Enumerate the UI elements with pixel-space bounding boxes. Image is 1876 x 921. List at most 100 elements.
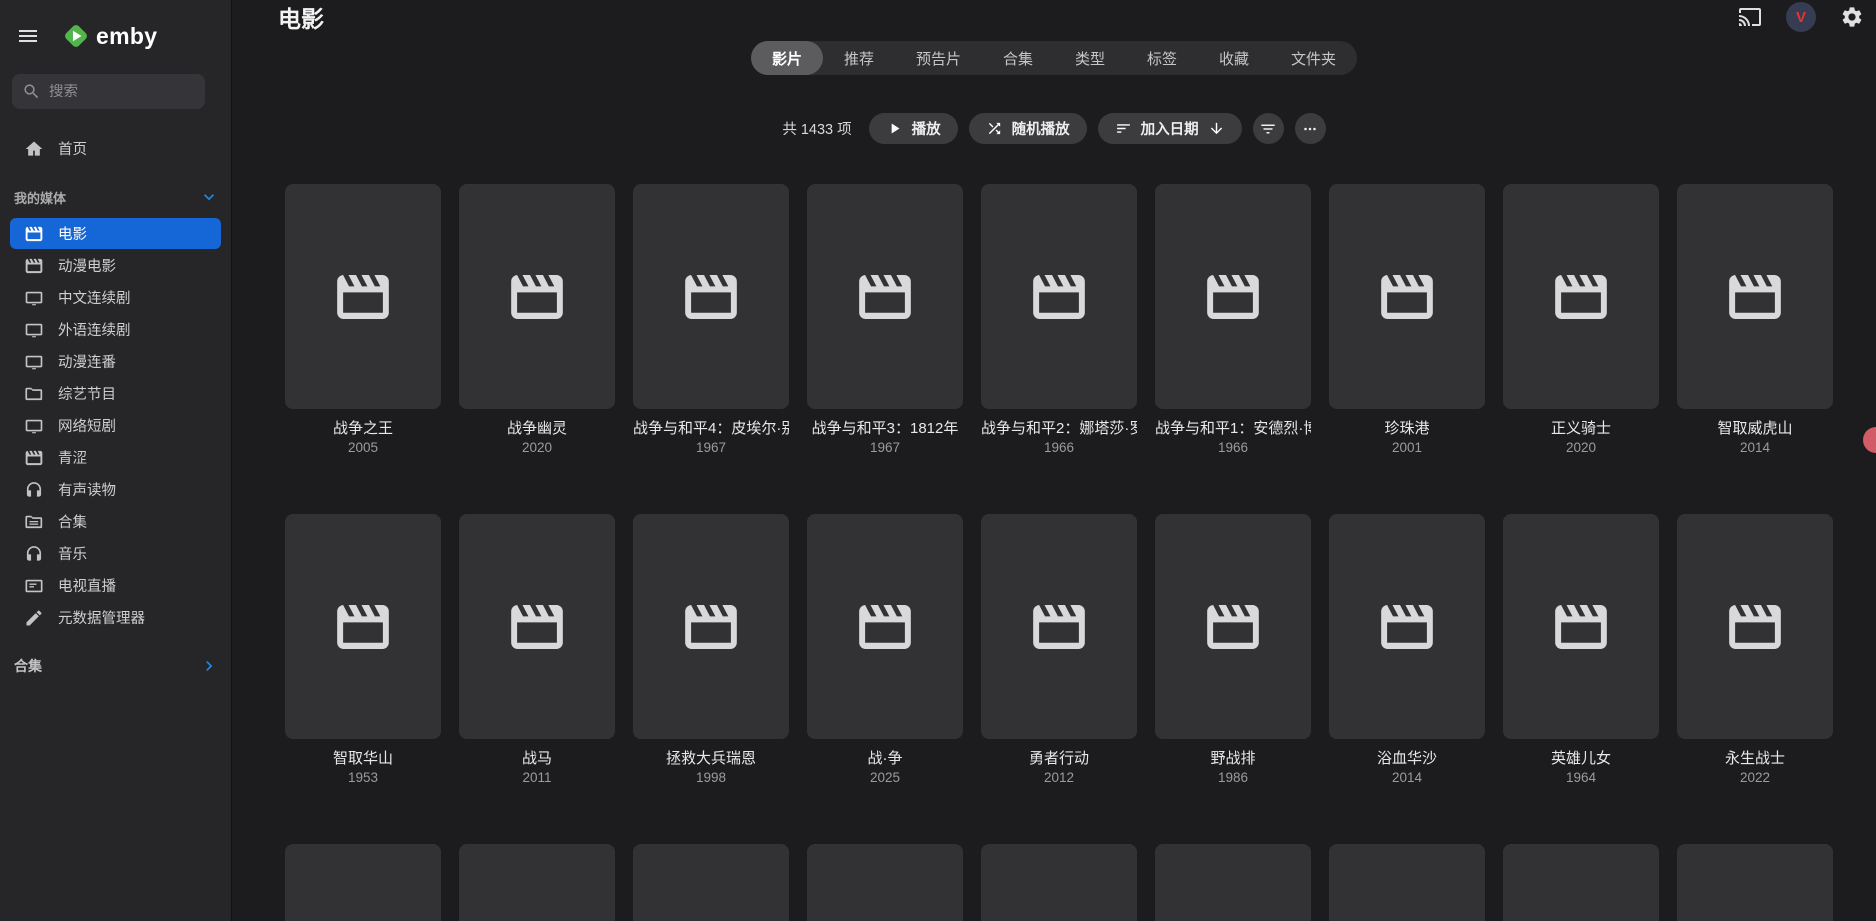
- movie-card[interactable]: 战争与和平1：安德烈·博 1966: [1155, 184, 1311, 457]
- movie-placeholder-icon: [1376, 596, 1438, 658]
- movie-card[interactable]: 战·争 2025: [807, 514, 963, 787]
- tab[interactable]: 预告片: [895, 41, 982, 75]
- movie-poster: [1677, 844, 1833, 921]
- movie-poster: [633, 844, 789, 921]
- movie-card[interactable]: 永生战士 2022: [1677, 514, 1833, 787]
- movie-card[interactable]: [1677, 844, 1833, 921]
- avatar[interactable]: V: [1786, 2, 1816, 32]
- sidebar-item-label: 首页: [58, 142, 87, 158]
- movie-poster: [285, 844, 441, 921]
- movie-placeholder-icon: [854, 266, 916, 328]
- movie-card[interactable]: 战争与和平4：皮埃尔·别 1967: [633, 184, 789, 457]
- movie-card[interactable]: [1155, 844, 1311, 921]
- tv-icon: [24, 352, 44, 372]
- movie-card[interactable]: [1503, 844, 1659, 921]
- movie-year: 1966: [1043, 440, 1075, 455]
- filter-button[interactable]: [1252, 113, 1284, 144]
- movie-card[interactable]: 智取华山 1953: [285, 514, 441, 787]
- movie-card[interactable]: [285, 844, 441, 921]
- arrow-down-icon: [1208, 120, 1225, 137]
- movie-card[interactable]: 战争幽灵 2020: [459, 184, 615, 457]
- tab-label: 类型: [1075, 50, 1106, 68]
- sidebar-item[interactable]: 电影: [10, 218, 221, 249]
- movie-card[interactable]: 正义骑士 2020: [1503, 184, 1659, 457]
- more-button[interactable]: [1294, 113, 1326, 144]
- tab[interactable]: 收藏: [1198, 41, 1270, 75]
- headphones-icon: [24, 544, 44, 564]
- movie-card[interactable]: [1329, 844, 1485, 921]
- sidebar-item[interactable]: 动漫连番: [10, 346, 221, 377]
- sidebar-item-label: 动漫连番: [58, 355, 116, 371]
- avatar-initial: V: [1795, 8, 1806, 26]
- movie-year: 2011: [522, 770, 552, 785]
- tab[interactable]: 合集: [982, 41, 1054, 75]
- movie-card[interactable]: [981, 844, 1137, 921]
- collections-header[interactable]: 合集: [0, 654, 231, 678]
- sidebar-item-home[interactable]: 首页: [10, 133, 221, 164]
- movie-card[interactable]: 珍珠港 2001: [1329, 184, 1485, 457]
- settings-button[interactable]: [1840, 5, 1864, 29]
- play-button[interactable]: 播放: [868, 113, 958, 144]
- movie-card[interactable]: 战争与和平3：1812年 1967: [807, 184, 963, 457]
- sidebar-item[interactable]: 电视直播: [10, 570, 221, 601]
- movie-title: 战争之王: [332, 420, 393, 437]
- movie-card[interactable]: 战争之王 2005: [285, 184, 441, 457]
- movie-card[interactable]: [459, 844, 615, 921]
- tab[interactable]: 文件夹: [1270, 41, 1357, 75]
- my-media-header[interactable]: 我的媒体: [0, 185, 231, 209]
- sidebar-item-label: 有声读物: [58, 483, 116, 499]
- sidebar-item-label: 电视直播: [58, 579, 116, 595]
- sidebar-item[interactable]: 有声读物: [10, 474, 221, 505]
- tab-label: 收藏: [1219, 50, 1250, 68]
- sidebar-item[interactable]: 元数据管理器: [10, 602, 221, 633]
- movie-poster: [285, 184, 441, 409]
- movie-poster: [459, 514, 615, 739]
- menu-button[interactable]: [16, 24, 40, 48]
- movie-card[interactable]: 勇者行动 2012: [981, 514, 1137, 787]
- sidebar-item[interactable]: 合集: [10, 506, 221, 537]
- movie-title: 英雄儿女: [1550, 750, 1611, 767]
- movie-title: 战争与和平4：皮埃尔·别: [633, 420, 789, 437]
- sidebar-item[interactable]: 中文连续剧: [10, 282, 221, 313]
- filter-icon: [1259, 120, 1277, 138]
- movie-card[interactable]: 浴血华沙 2014: [1329, 514, 1485, 787]
- shuffle-icon: [986, 120, 1003, 137]
- movie-card[interactable]: 战马 2011: [459, 514, 615, 787]
- sidebar-item[interactable]: 网络短剧: [10, 410, 221, 441]
- movie-card[interactable]: 英雄儿女 1964: [1503, 514, 1659, 787]
- movie-placeholder-icon: [1724, 266, 1786, 328]
- tab[interactable]: 影片: [750, 41, 823, 75]
- movie-card[interactable]: [633, 844, 789, 921]
- movie-title: 野战排: [1210, 750, 1256, 767]
- movie-placeholder-icon: [1028, 266, 1090, 328]
- sidebar-item[interactable]: 综艺节目: [10, 378, 221, 409]
- movie-year: 1953: [347, 770, 379, 785]
- movie-title: 战·争: [867, 750, 903, 767]
- tab[interactable]: 类型: [1054, 41, 1126, 75]
- movie-card[interactable]: 战争与和平2：娜塔莎·罗 1966: [981, 184, 1137, 457]
- sidebar-item[interactable]: 青涩: [10, 442, 221, 473]
- shuffle-button[interactable]: 随机播放: [968, 113, 1087, 144]
- movie-year: 1967: [869, 440, 901, 455]
- search-input[interactable]: [49, 83, 195, 100]
- movie-card[interactable]: 智取威虎山 2014: [1677, 184, 1833, 457]
- movie-poster: [1503, 844, 1659, 921]
- search-box[interactable]: [12, 74, 205, 109]
- movie-poster: [807, 514, 963, 739]
- movie-placeholder-icon: [1202, 596, 1264, 658]
- cast-button[interactable]: [1738, 5, 1762, 29]
- movie-card[interactable]: 拯救大兵瑞恩 1998: [633, 514, 789, 787]
- movie-title: 战争与和平2：娜塔莎·罗: [981, 420, 1137, 437]
- movie-card[interactable]: 野战排 1986: [1155, 514, 1311, 787]
- page-title: 电影: [278, 6, 324, 32]
- sidebar-item[interactable]: 音乐: [10, 538, 221, 569]
- sidebar-item[interactable]: 动漫电影: [10, 250, 221, 281]
- tab-bar: 影片 推荐 预告片 合集 类型 标签 收藏 文件夹: [750, 41, 1358, 75]
- tab[interactable]: 推荐: [823, 41, 895, 75]
- sidebar-item[interactable]: 外语连续剧: [10, 314, 221, 345]
- movie-card[interactable]: [807, 844, 963, 921]
- shuffle-label: 随机播放: [1011, 122, 1070, 138]
- sort-button[interactable]: 加入日期: [1097, 113, 1242, 144]
- tab[interactable]: 标签: [1126, 41, 1198, 75]
- movie-poster: [1329, 184, 1485, 409]
